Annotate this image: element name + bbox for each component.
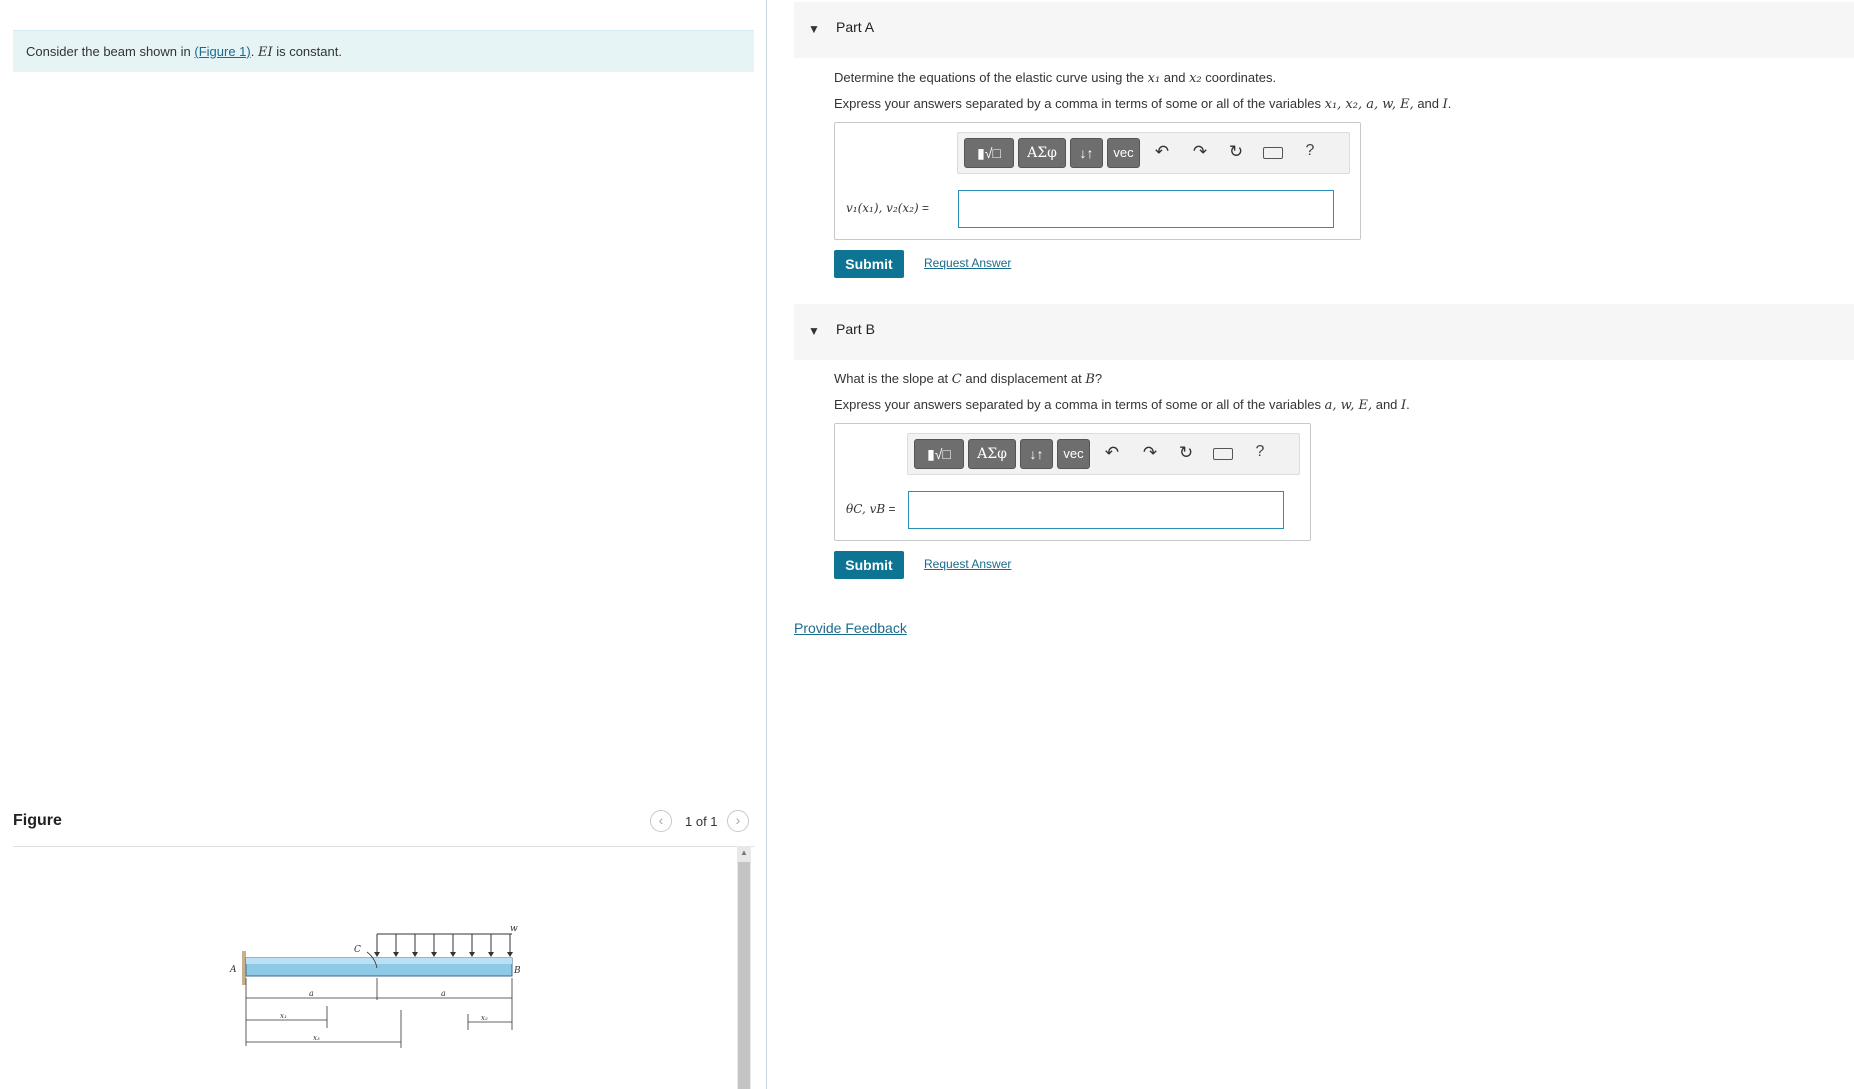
part-a-question-post: coordinates. [1201,70,1277,85]
caret-down-icon[interactable]: ▼ [808,324,820,338]
provide-feedback-link[interactable]: Provide Feedback [794,620,907,636]
problem-panel: Consider the beam shown in (Figure 1). E… [0,0,767,1089]
part-a-math-toolbar: ▮√□ ΑΣφ ↓↑ vec ↶ ↷ ↻ ? [957,132,1350,174]
part-a-answer-label-math: v₁(x₁), v₂(x₂) [846,201,919,215]
vec-button[interactable]: vec [1057,439,1090,469]
redo-icon[interactable]: ↷ [1139,443,1161,463]
part-a-instruction-pre: Express your answers separated by a comm… [834,96,1325,111]
part-a-period: . [1447,96,1452,111]
part-b-math-toolbar: ▮√□ ΑΣφ ↓↑ vec ↶ ↷ ↻ ? [907,433,1300,475]
part-a-x1: x₁ [1147,71,1161,86]
part-b-answer-input[interactable] [908,491,1284,529]
label-a-point: A [229,965,237,975]
figure-scrollbar[interactable]: ▲ [737,846,751,1089]
part-b-question: What is the slope at C and displacement … [834,371,1102,387]
label-a-left: a [309,989,314,998]
figure-header: Figure ‹ 1 of 1 › [13,810,754,847]
part-a-variables: x₁, x₂, a, w, E, [1324,97,1414,112]
help-button[interactable]: ? [1299,142,1321,160]
part-b-title: Part B [836,321,875,337]
part-a-answer-label-eq: = [918,201,930,215]
part-b-submit-button[interactable]: Submit [834,551,904,579]
part-b-question-post: ? [1094,371,1103,386]
figure-page-count: 1 of 1 [685,814,718,829]
ei-symbol: EI [257,45,273,60]
part-b-answer-label: θC, vB = [846,502,896,516]
part-b-request-answer-link[interactable]: Request Answer [924,557,1011,571]
greek-button[interactable]: ΑΣφ [968,439,1016,469]
part-a-instruction: Express your answers separated by a comm… [834,96,1451,112]
part-b-answer-box: ▮√□ ΑΣφ ↓↑ vec ↶ ↷ ↻ ? θC, vB = [834,423,1311,541]
label-a-right: a [441,989,446,998]
part-a-and: and [1160,70,1190,85]
chevron-left-icon[interactable]: ‹ [650,810,672,832]
label-x3: x₃ [313,1034,320,1042]
label-x2: x₂ [481,1014,488,1022]
label-c: C [354,945,361,955]
greek-button[interactable]: ΑΣφ [1018,138,1066,168]
part-a-answer-input[interactable] [958,190,1334,228]
part-a-answer-label: v₁(x₁), v₂(x₂) = [846,201,929,215]
part-b-question-pre: What is the slope at [834,371,952,386]
part-a-title: Part A [836,19,875,35]
part-a-question-pre: Determine the equations of the elastic c… [834,70,1148,85]
scroll-up-icon[interactable]: ▲ [737,846,751,860]
undo-icon[interactable]: ↶ [1151,142,1173,162]
keyboard-icon[interactable] [1262,142,1284,162]
part-b-period: . [1406,397,1410,412]
fixed-support-icon [242,951,246,985]
part-b-instruction: Express your answers separated by a comm… [834,397,1410,413]
part-b-variables: a, w, E, [1324,398,1373,413]
part-a-submit-button[interactable]: Submit [834,250,904,278]
caret-down-icon[interactable]: ▼ [808,22,820,36]
part-b-answer-label-eq: = [885,502,896,516]
beam-figure: w C A B a a x₁ x₂ x₃ [229,924,521,1048]
figure-link[interactable]: (Figure 1) [194,44,250,59]
updown-button[interactable]: ↓↑ [1070,138,1103,168]
part-b-c: C [951,372,962,387]
label-x1: x₁ [280,1012,287,1020]
vec-button[interactable]: vec [1107,138,1140,168]
part-a-header[interactable]: ▼ Part A [794,2,1854,58]
part-b-answer-label-math: θC, vB [846,502,886,516]
part-b-b: B [1085,372,1095,387]
templates-button[interactable]: ▮√□ [914,439,964,469]
help-button[interactable]: ? [1249,443,1271,461]
undo-icon[interactable]: ↶ [1101,443,1123,463]
reset-icon[interactable]: ↻ [1225,142,1247,162]
part-b-mid: and displacement at [961,371,1086,386]
part-a-and-word: and [1413,96,1443,111]
scroll-thumb[interactable] [738,862,750,1089]
part-a-request-answer-link[interactable]: Request Answer [924,256,1011,270]
intro-suffix: is constant. [272,44,342,59]
part-a-question: Determine the equations of the elastic c… [834,70,1276,86]
part-b-instruction-pre: Express your answers separated by a comm… [834,397,1325,412]
redo-icon[interactable]: ↷ [1189,142,1211,162]
label-b-point: B [513,966,521,976]
figure-title: Figure [13,812,62,829]
reset-icon[interactable]: ↻ [1175,443,1197,463]
intro-prefix: Consider the beam shown in [26,44,195,59]
label-w: w [510,924,518,934]
templates-button[interactable]: ▮√□ [964,138,1014,168]
keyboard-icon[interactable] [1212,443,1234,463]
problem-statement: Consider the beam shown in (Figure 1). E… [13,30,754,72]
part-b-header[interactable]: ▼ Part B [794,304,1854,360]
part-b-and-word: and [1372,397,1402,412]
updown-button[interactable]: ↓↑ [1020,439,1053,469]
part-a-answer-box: ▮√□ ΑΣφ ↓↑ vec ↶ ↷ ↻ ? v₁(x₁), v₂(x₂) = [834,122,1361,240]
part-a-x2: x₂ [1189,71,1202,86]
chevron-right-icon[interactable]: › [727,810,749,832]
